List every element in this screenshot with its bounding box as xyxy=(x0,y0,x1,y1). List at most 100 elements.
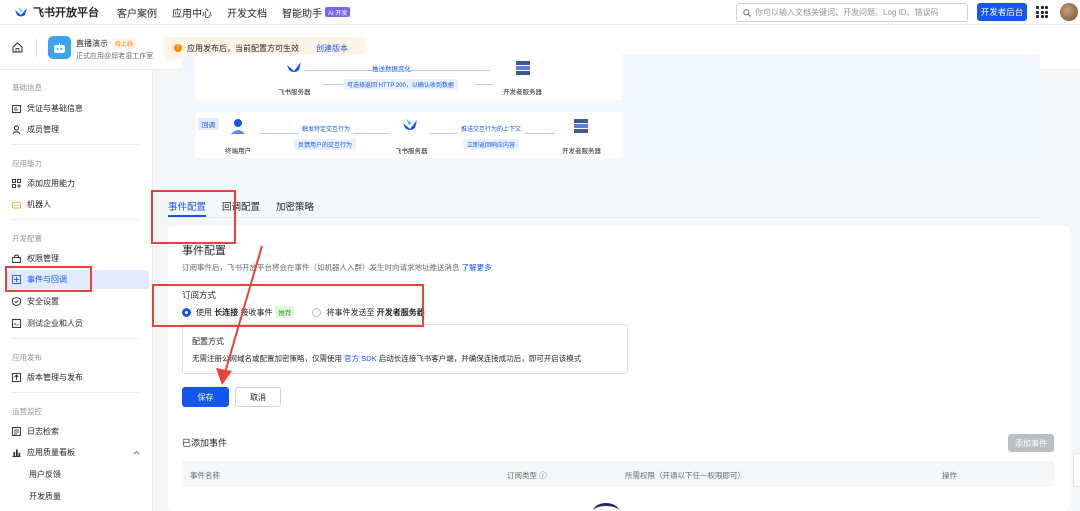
search-icon xyxy=(743,8,751,17)
id-card-icon xyxy=(12,104,21,113)
add-event-button[interactable]: 添加事件 xyxy=(1008,434,1054,452)
robot-icon xyxy=(12,200,21,209)
sidebar-item-label: 机器人 xyxy=(27,200,51,209)
group-ops: 运营监控 xyxy=(12,407,42,416)
side-handle[interactable] xyxy=(1073,453,1080,487)
search-placeholder: 你可以输入文档关键词、开发问题、Log ID、错误码 xyxy=(755,8,939,17)
sidebar-item-label: 应用质量看板 xyxy=(27,448,75,457)
user-icon xyxy=(231,119,245,134)
sidebar-item-label: 日志检索 xyxy=(27,427,59,436)
warning-icon: ! xyxy=(174,44,182,52)
tab-encryption[interactable]: 加密策略 xyxy=(276,199,314,213)
home-icon[interactable] xyxy=(12,42,23,53)
feishu-server-label: 飞书服务器 xyxy=(395,148,428,155)
feishu-server-icon xyxy=(287,62,301,72)
status-badge: 待上线 xyxy=(112,38,137,49)
search-input[interactable]: 你可以输入文档关键词、开发问题、Log ID、错误码 xyxy=(736,3,968,22)
return-content-label: 立即返回响应内容 xyxy=(463,139,520,150)
developer-console-button[interactable]: 开发者后台 xyxy=(977,3,1027,21)
test-icon xyxy=(12,319,21,328)
app-name-text: 直播演示 xyxy=(76,39,108,48)
info-text-2: 启动长连接飞书客户端，并确保连接成功后，即可开启该模式 xyxy=(378,354,582,363)
ai-badge: AI 开发 xyxy=(325,7,351,17)
grid-plus-icon xyxy=(12,179,21,188)
sidebar-item-label: 安全设置 xyxy=(27,297,59,306)
create-version-link[interactable]: 创建版本 xyxy=(316,43,348,54)
push-context-label: 推送交互行为的上下文 xyxy=(457,123,526,134)
group-basic: 基础信息 xyxy=(12,83,42,92)
group-dev: 开发配置 xyxy=(12,234,42,243)
brand-logo[interactable]: 飞书开放平台 xyxy=(14,4,99,20)
divider xyxy=(12,144,139,145)
sidebar-item-test-org[interactable]: 测试企业和人员 xyxy=(12,314,148,333)
official-sdk-link[interactable]: 官方 SDK xyxy=(344,354,377,363)
log-icon xyxy=(12,427,21,436)
events-table-header: 事件名称 订阅类型 ⓘ 所需权限（开通以下任一权限即可） 操作 xyxy=(182,461,1054,487)
sidebar-item-versions[interactable]: 版本管理与发布 xyxy=(12,368,148,387)
app-owner: 正式应用@邱老湿工作室 xyxy=(76,53,154,60)
nav-customer-cases[interactable]: 客户案例 xyxy=(117,5,157,20)
top-navigation-bar: 飞书开放平台 客户案例 应用中心 开发文档 智能助手 AI 开发 你可以输入文档… xyxy=(0,0,1080,25)
feishu-server-icon xyxy=(403,119,417,130)
annotation-box-tab xyxy=(151,190,236,244)
dev-server-label: 开发者服务器 xyxy=(503,89,542,96)
sidebar-item-logs[interactable]: 日志检索 xyxy=(12,422,148,441)
feishu-logo-icon xyxy=(15,7,27,17)
notice-text: 应用发布后，当前配置方可生效 xyxy=(187,43,299,53)
column-header: 事件名称 xyxy=(190,471,220,480)
end-user-label: 终端用户 xyxy=(225,148,251,155)
column-header: 订阅类型 ⓘ xyxy=(507,471,547,480)
nav-app-center[interactable]: 应用中心 xyxy=(172,5,212,20)
sidebar-item-credentials[interactable]: 凭证与基础信息 xyxy=(12,99,148,118)
lock-icon xyxy=(12,254,21,263)
learn-more-link[interactable]: 了解更多 xyxy=(462,263,492,272)
annotation-arrow-icon xyxy=(216,245,263,385)
nav-dev-docs[interactable]: 开发文档 xyxy=(227,5,267,20)
feedback-label: 反馈用户的交互行为 xyxy=(294,139,357,150)
dev-server-label: 开发者服务器 xyxy=(562,148,601,155)
feishu-server-label: 飞书服务器 xyxy=(278,89,311,96)
server-icon xyxy=(574,119,588,133)
annotation-box-sidebar xyxy=(5,266,92,292)
sidebar-item-security[interactable]: 安全设置 xyxy=(12,292,148,311)
app-icon xyxy=(48,36,71,59)
sidebar-item-label: 权限管理 xyxy=(27,254,59,263)
trigger-label: 触发特定交互行为 xyxy=(298,123,355,134)
cancel-button[interactable]: 取消 xyxy=(235,387,281,407)
divider xyxy=(36,39,37,57)
sidebar-item-members[interactable]: 成员管理 xyxy=(12,120,148,139)
arrow-line xyxy=(475,84,493,85)
apps-grid-icon[interactable] xyxy=(1036,6,1048,18)
chevron-up-icon[interactable] xyxy=(133,450,140,455)
sidebar-item-add-ability[interactable]: 添加应用能力 xyxy=(12,174,148,193)
save-button[interactable]: 保存 xyxy=(182,387,229,407)
column-header: 操作 xyxy=(942,471,957,480)
group-release: 应用发布 xyxy=(12,353,42,362)
divider xyxy=(12,219,139,220)
robot-icon xyxy=(54,42,65,53)
app-name: 直播演示 待上线 xyxy=(76,38,137,49)
brand-name: 飞书开放平台 xyxy=(33,7,99,19)
sidebar-item-bot[interactable]: 机器人 xyxy=(12,195,148,214)
return-http-label: 可选择返回 HTTP 200，以确认收到数据 xyxy=(343,79,458,90)
sidebar-item-label: 凭证与基础信息 xyxy=(27,104,83,113)
sidebar-item-label: 添加应用能力 xyxy=(27,179,75,188)
sidebar-item-quality[interactable]: 应用质量看板 xyxy=(12,443,148,462)
nav-assistant[interactable]: 智能助手 AI 开发 xyxy=(282,5,351,20)
group-ability: 应用能力 xyxy=(12,159,42,168)
column-header: 所需权限（开通以下任一权限即可） xyxy=(625,471,745,480)
tab-divider xyxy=(168,217,1040,218)
sidebar-item-feedback[interactable]: 用户反馈 xyxy=(29,465,165,484)
upload-icon xyxy=(12,373,21,382)
sidebar-item-label: 成员管理 xyxy=(27,125,59,134)
event-flow-panel xyxy=(195,54,623,100)
bar-chart-icon xyxy=(12,448,21,457)
arrow-line xyxy=(323,84,343,85)
sidebar-item-dev-quality[interactable]: 开发质量 xyxy=(29,487,165,506)
arrow-line xyxy=(305,70,490,71)
divider xyxy=(12,338,139,339)
annotation-box-option xyxy=(152,284,424,327)
top-nav: 客户案例 应用中心 开发文档 智能助手 AI 开发 xyxy=(117,5,365,20)
user-avatar[interactable] xyxy=(1060,3,1078,21)
sidebar-item-label: 版本管理与发布 xyxy=(27,373,83,382)
